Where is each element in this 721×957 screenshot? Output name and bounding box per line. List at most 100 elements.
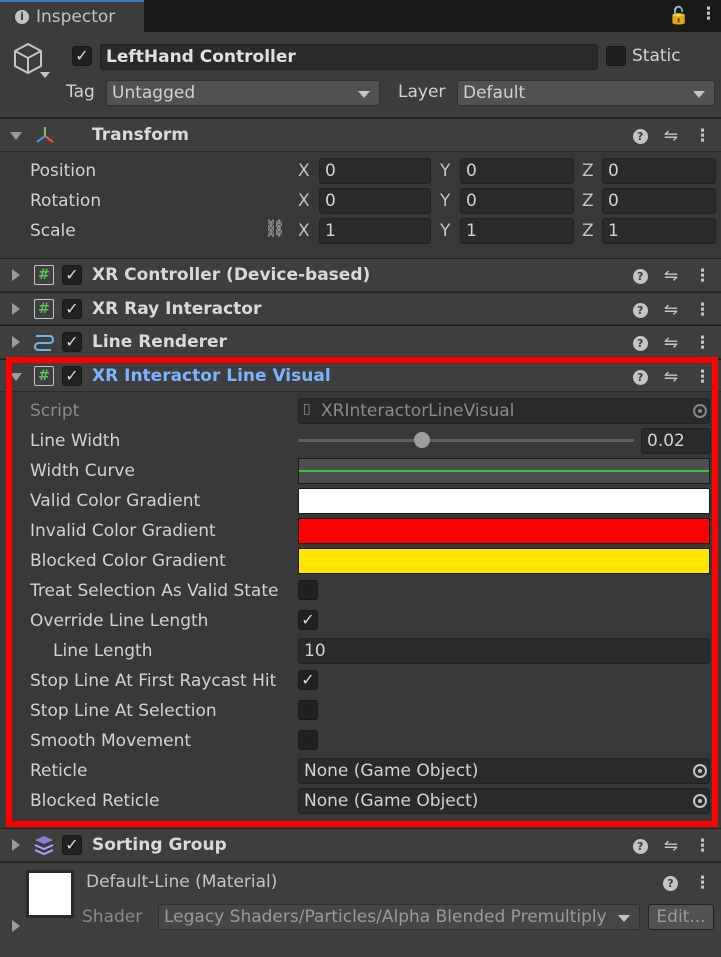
position-y-input[interactable]: 0	[460, 158, 574, 184]
more-options-icon[interactable]: ⋮	[694, 300, 711, 320]
object-picker-icon	[693, 404, 707, 418]
shader-label: Shader	[82, 907, 143, 927]
override-length-checkbox[interactable]: ✓	[298, 610, 318, 630]
line-length-input[interactable]: 10	[298, 638, 710, 664]
axis-x-label: X	[298, 161, 310, 181]
more-options-icon[interactable]: ⋮	[694, 266, 711, 286]
foldout-arrow-icon[interactable]	[12, 269, 20, 281]
stop-selection-checkbox[interactable]	[298, 700, 318, 720]
tab-inspector[interactable]: i Inspector	[0, 0, 144, 32]
component-title: Sorting Group	[92, 835, 227, 855]
xr-controller-header[interactable]: # ✓ XR Controller (Device-based) ? ⇋ ⋮	[0, 258, 721, 292]
help-icon[interactable]: ?	[632, 335, 648, 351]
smooth-movement-label: Smooth Movement	[30, 731, 192, 751]
line-visual-header[interactable]: # ✓ XR Interactor Line Visual ? ⇋ ⋮	[0, 359, 721, 392]
help-icon[interactable]: ?	[663, 875, 678, 891]
width-curve-label: Width Curve	[30, 461, 135, 481]
script-icon: #	[34, 265, 54, 285]
active-checkbox[interactable]: ✓	[72, 46, 92, 66]
more-options-icon[interactable]: ⋮	[694, 836, 711, 856]
reticle-label: Reticle	[30, 761, 88, 781]
preset-icon[interactable]: ⇋	[664, 836, 678, 856]
object-picker-icon[interactable]	[693, 764, 707, 778]
tag-label: Tag	[66, 82, 95, 102]
foldout-arrow-icon[interactable]	[12, 303, 20, 315]
scale-y-input[interactable]: 1	[460, 218, 574, 244]
position-z-input[interactable]: 0	[602, 158, 716, 184]
rotation-y-input[interactable]: 0	[460, 188, 574, 214]
axis-y-label: Y	[440, 191, 451, 211]
invalid-gradient-label: Invalid Color Gradient	[30, 521, 216, 541]
foldout-arrow-icon[interactable]	[10, 373, 22, 381]
script-label: Script	[30, 401, 80, 421]
scale-x-input[interactable]: 1	[319, 218, 431, 244]
component-title: Line Renderer	[92, 332, 227, 352]
more-options-icon[interactable]: ⋮	[700, 4, 717, 24]
object-name-input[interactable]: LeftHand Controller	[100, 44, 598, 70]
help-icon[interactable]: ?	[632, 268, 648, 284]
foldout-arrow-icon[interactable]	[10, 132, 22, 140]
blocked-gradient-swatch[interactable]	[298, 548, 710, 574]
line-width-slider[interactable]	[298, 439, 634, 442]
chevron-down-icon[interactable]	[40, 72, 50, 78]
static-checkbox[interactable]	[606, 46, 626, 66]
foldout-arrow-icon[interactable]	[12, 920, 20, 932]
tab-bar: i Inspector 🔓 ⋮	[0, 0, 721, 32]
stop-raycast-label: Stop Line At First Raycast Hit	[30, 671, 277, 691]
material-preview	[26, 870, 74, 918]
more-options-icon[interactable]: ⋮	[694, 367, 711, 387]
help-icon[interactable]: ?	[632, 369, 648, 385]
shader-dropdown[interactable]: Legacy Shaders/Particles/Alpha Blended P…	[158, 904, 640, 930]
edit-shader-button[interactable]: Edit...	[648, 904, 714, 930]
sorting-group-icon	[34, 836, 54, 856]
line-width-input[interactable]: 0.02	[641, 428, 711, 454]
blocked-reticle-field[interactable]: None (Game Object)	[298, 788, 710, 814]
help-icon[interactable]: ?	[632, 128, 648, 144]
width-curve-field[interactable]	[298, 458, 710, 484]
smooth-movement-checkbox[interactable]	[298, 730, 318, 750]
lock-icon[interactable]: 🔓	[668, 6, 689, 26]
more-options-icon[interactable]: ⋮	[694, 126, 711, 146]
valid-gradient-label: Valid Color Gradient	[30, 491, 201, 511]
axis-y-label: Y	[440, 221, 451, 241]
enabled-checkbox[interactable]: ✓	[62, 835, 82, 855]
transform-header[interactable]: Transform ? ⇋ ⋮	[0, 118, 721, 152]
foldout-arrow-icon[interactable]	[12, 839, 20, 851]
preset-icon[interactable]: ⇋	[664, 300, 678, 320]
preset-icon[interactable]: ⇋	[664, 126, 678, 146]
line-renderer-icon	[33, 335, 55, 351]
tag-dropdown[interactable]: Untagged	[106, 80, 380, 106]
object-picker-icon[interactable]	[693, 794, 707, 808]
valid-gradient-swatch[interactable]	[298, 488, 710, 514]
help-icon[interactable]: ?	[632, 302, 648, 318]
reticle-field[interactable]: None (Game Object)	[298, 758, 710, 784]
layer-dropdown[interactable]: Default	[457, 80, 715, 106]
treat-selection-checkbox[interactable]	[298, 580, 318, 600]
more-options-icon[interactable]: ⋮	[694, 333, 711, 353]
slider-handle[interactable]	[414, 432, 431, 448]
help-icon[interactable]: ?	[632, 838, 648, 854]
preset-icon[interactable]: ⇋	[664, 266, 678, 286]
rotation-z-input[interactable]: 0	[602, 188, 716, 214]
component-title: XR Interactor Line Visual	[92, 366, 331, 386]
stop-raycast-checkbox[interactable]: ✓	[298, 670, 318, 690]
sorting-group-header[interactable]: ✓ Sorting Group ? ⇋ ⋮	[0, 828, 721, 862]
axis-y-label: Y	[440, 161, 451, 181]
enabled-checkbox[interactable]: ✓	[62, 265, 82, 285]
constrain-proportions-icon[interactable]: ⛓	[264, 219, 286, 239]
axis-z-label: Z	[582, 221, 594, 241]
xr-ray-interactor-header[interactable]: # ✓ XR Ray Interactor ? ⇋ ⋮	[0, 292, 721, 325]
invalid-gradient-swatch[interactable]	[298, 518, 710, 544]
preset-icon[interactable]: ⇋	[664, 367, 678, 387]
line-renderer-header[interactable]: ✓ Line Renderer ? ⇋ ⋮	[0, 325, 721, 359]
enabled-checkbox[interactable]: ✓	[62, 366, 82, 386]
enabled-checkbox[interactable]: ✓	[62, 332, 82, 352]
scale-z-input[interactable]: 1	[602, 218, 716, 244]
preset-icon[interactable]: ⇋	[664, 333, 678, 353]
enabled-checkbox[interactable]: ✓	[62, 299, 82, 319]
more-options-icon[interactable]: ⋮	[694, 873, 711, 893]
position-x-input[interactable]: 0	[319, 158, 431, 184]
foldout-arrow-icon[interactable]	[12, 336, 20, 348]
blocked-reticle-label: Blocked Reticle	[30, 791, 160, 811]
rotation-x-input[interactable]: 0	[319, 188, 431, 214]
